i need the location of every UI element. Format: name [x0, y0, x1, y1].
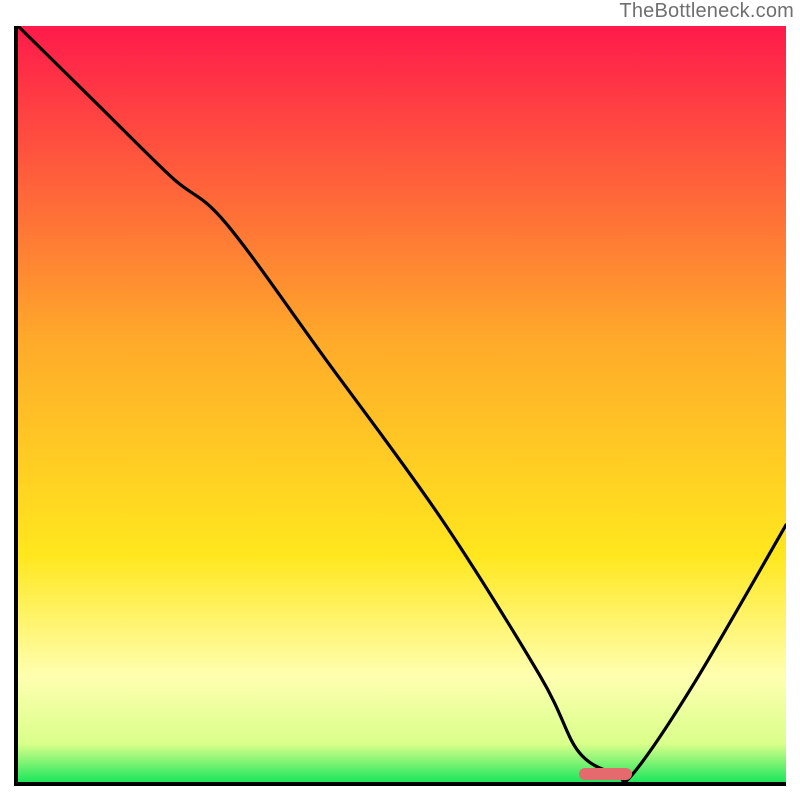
optimal-marker — [579, 768, 633, 780]
plot-svg — [18, 26, 786, 782]
chart-container: TheBottleneck.com — [0, 0, 800, 800]
plot-area — [14, 26, 786, 786]
watermark-text: TheBottleneck.com — [619, 0, 794, 23]
